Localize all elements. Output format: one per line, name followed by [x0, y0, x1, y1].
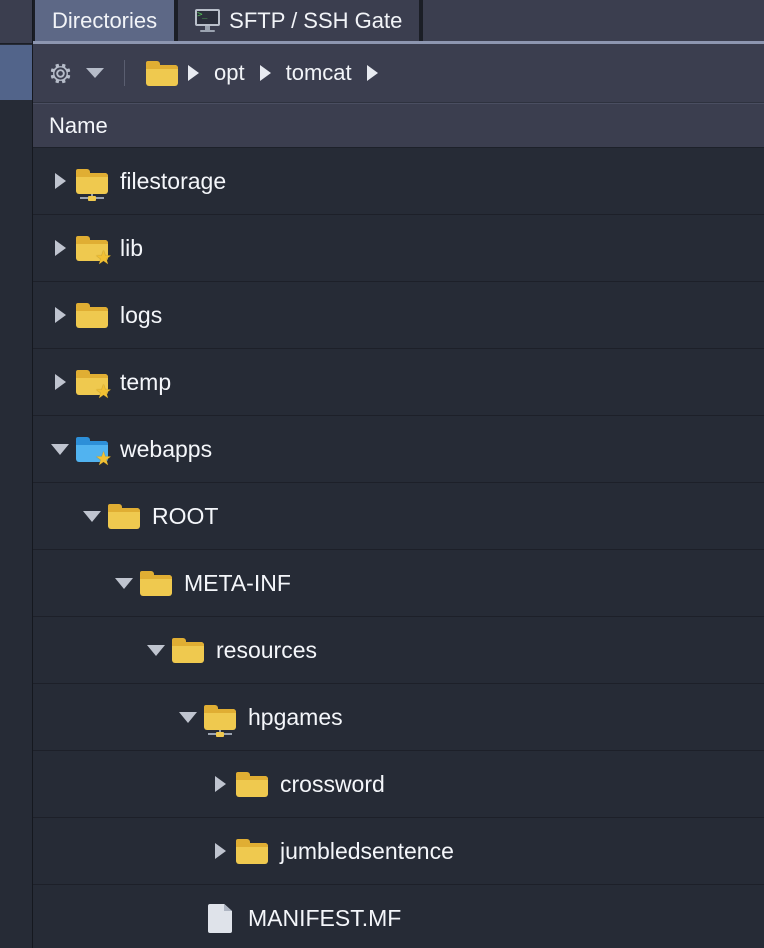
- breadcrumb-separator-icon[interactable]: [366, 65, 378, 81]
- tree-row-label: ROOT: [152, 502, 219, 529]
- tree-row-label: jumbledsentence: [280, 837, 454, 864]
- chevron-right-icon[interactable]: [205, 843, 235, 859]
- file-manager-window: Directories >_ SFTP / SSH Gate opt tomca…: [0, 0, 764, 948]
- rail-header-block: [0, 0, 33, 44]
- tree-row-label: lib: [120, 234, 144, 261]
- chevron-right-icon[interactable]: [45, 173, 75, 189]
- chevron-down-icon[interactable]: [77, 510, 107, 522]
- tab-bar: Directories >_ SFTP / SSH Gate: [33, 0, 764, 44]
- gear-icon[interactable]: [47, 60, 74, 87]
- star-badge-icon: ★: [95, 449, 113, 470]
- column-header: Name: [33, 103, 764, 148]
- tree-row-label: META-INF: [184, 569, 291, 596]
- network-folder-icon: [75, 164, 109, 201]
- tree-row-label: crossword: [280, 770, 385, 797]
- tree-row[interactable]: filestorage: [33, 148, 764, 215]
- chevron-right-icon[interactable]: [205, 776, 235, 792]
- chevron-right-icon[interactable]: [45, 307, 75, 323]
- folder-icon: [235, 834, 269, 868]
- tree-row-label: webapps: [120, 435, 213, 462]
- breadcrumb-item-tomcat[interactable]: tomcat: [280, 60, 358, 86]
- tree-row[interactable]: crossword: [33, 751, 764, 818]
- document-icon: [203, 901, 237, 935]
- tree-row-label: temp: [120, 368, 172, 395]
- chevron-down-icon[interactable]: [45, 443, 75, 455]
- tree-row[interactable]: ROOT: [33, 483, 764, 550]
- breadcrumb-item-opt[interactable]: opt: [208, 60, 251, 86]
- tree-row[interactable]: ★ temp: [33, 349, 764, 416]
- tree-row-label: MANIFEST.MF: [248, 904, 402, 931]
- column-header-name[interactable]: Name: [49, 113, 108, 139]
- tree-row-label: filestorage: [120, 167, 227, 194]
- tree-row-label: resources: [216, 636, 317, 663]
- chevron-right-icon[interactable]: [45, 374, 75, 390]
- breadcrumb-separator-icon: [188, 65, 199, 81]
- chevron-down-icon[interactable]: [173, 711, 203, 723]
- tree-row[interactable]: jumbledsentence: [33, 818, 764, 885]
- breadcrumb-separator-icon: [259, 65, 271, 81]
- star-badge-icon: ★: [95, 382, 113, 403]
- tab-label: SFTP / SSH Gate: [229, 7, 403, 33]
- breadcrumb: opt tomcat: [145, 56, 387, 90]
- chevron-down-icon[interactable]: [141, 644, 171, 656]
- folder-icon: ★: [75, 231, 113, 269]
- chevron-down-icon[interactable]: [86, 68, 104, 78]
- toolbar-separator: [124, 60, 125, 86]
- star-badge-icon: ★: [95, 248, 113, 269]
- folder-icon: [139, 566, 173, 600]
- tree-row[interactable]: ★ lib: [33, 215, 764, 282]
- tab-label: Directories: [52, 7, 158, 33]
- left-rail: [0, 0, 33, 948]
- folder-blue-icon: ★: [75, 432, 113, 470]
- directory-tree: filestorage ★ lib logs ★ temp ★ webapps ROOT META…: [33, 148, 764, 948]
- tab-directories[interactable]: Directories: [33, 0, 177, 41]
- folder-icon: [171, 633, 205, 667]
- tab-sftp-ssh-gate[interactable]: >_ SFTP / SSH Gate: [176, 0, 422, 41]
- terminal-monitor-icon: >_: [195, 9, 221, 32]
- main-column: Directories >_ SFTP / SSH Gate opt tomca…: [33, 0, 764, 948]
- tree-row-label: logs: [120, 301, 163, 328]
- tree-row[interactable]: MANIFEST.MF: [33, 885, 764, 948]
- folder-icon: [107, 499, 141, 533]
- tree-row[interactable]: logs: [33, 282, 764, 349]
- folder-icon: [75, 298, 109, 332]
- tree-row[interactable]: hpgames: [33, 684, 764, 751]
- tree-row[interactable]: ★ webapps: [33, 416, 764, 483]
- network-folder-icon: [203, 700, 237, 737]
- tab-strip-empty-area: [421, 0, 764, 41]
- chevron-down-icon[interactable]: [109, 577, 139, 589]
- breadcrumb-root-folder-icon[interactable]: [145, 56, 179, 90]
- folder-icon: ★: [75, 365, 113, 403]
- chevron-right-icon[interactable]: [45, 240, 75, 256]
- folder-icon: [235, 767, 269, 801]
- path-toolbar: opt tomcat: [33, 44, 764, 103]
- tree-row-label: hpgames: [248, 703, 343, 730]
- tree-row[interactable]: resources: [33, 617, 764, 684]
- rail-item-selected[interactable]: [0, 45, 33, 100]
- rail-divider: [32, 0, 33, 948]
- tree-row[interactable]: META-INF: [33, 550, 764, 617]
